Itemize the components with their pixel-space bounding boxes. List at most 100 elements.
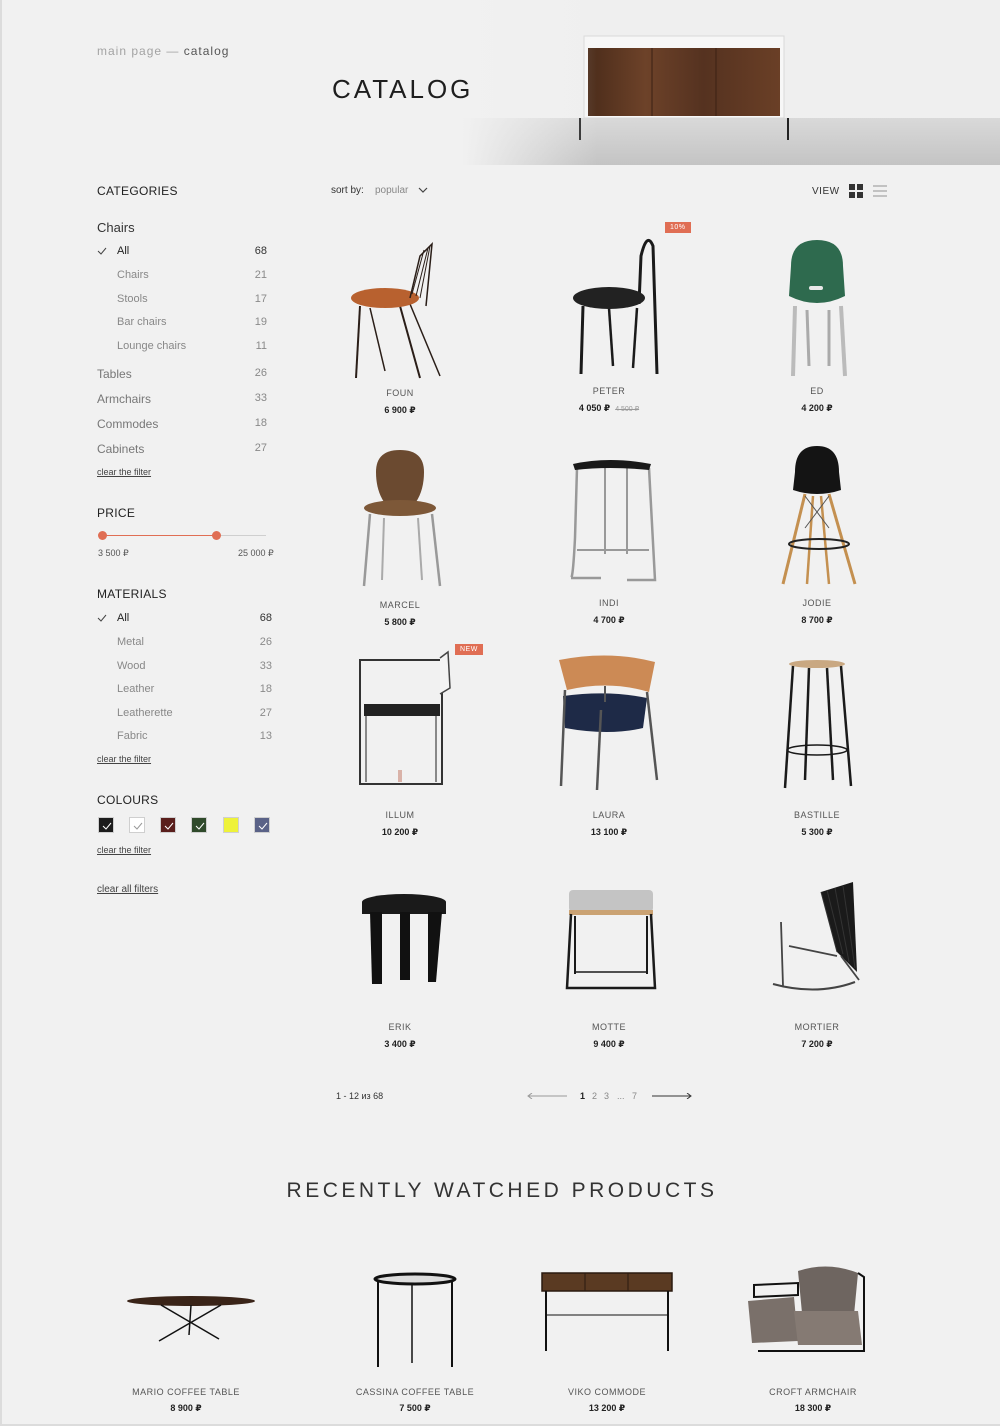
recent-product-name: VIKO COMMODE: [567, 1387, 646, 1397]
recent-product-cassina[interactable]: CASSINA COFFEE TABLE 7 500 ₽: [320, 1255, 510, 1425]
category-count: 27: [254, 442, 267, 454]
price-heading: PRICE: [97, 506, 136, 520]
category-label: Commodes: [97, 417, 159, 431]
chair-filter-count: 21: [254, 269, 267, 281]
product-price: 4 050 ₽ 4 500 ₽: [509, 403, 709, 414]
product-name: ERIK: [388, 1022, 412, 1032]
product-price-old: 4 500 ₽: [615, 406, 640, 413]
clear-colours-filter-link[interactable]: clear the filter: [97, 845, 151, 855]
category-tables[interactable]: Tables 26: [97, 367, 267, 383]
recent-product-price: 18 300 ₽: [794, 1403, 832, 1413]
category-label: Tables: [97, 367, 132, 381]
material-filter-label: Fabric: [117, 730, 148, 742]
product-card-jodie[interactable]: JODIE 8 700 ₽: [717, 438, 917, 638]
grid-view-icon[interactable]: [849, 184, 863, 198]
page-link-3[interactable]: 3: [604, 1091, 609, 1101]
recent-product-viko[interactable]: VIKO COMMODE 13 200 ₽: [512, 1255, 702, 1425]
product-card-erik[interactable]: ERIK 3 400 ₽: [300, 862, 500, 1062]
price-slider-min-handle[interactable]: [98, 531, 107, 540]
product-name: ED: [810, 386, 824, 396]
material-filter-fabric[interactable]: Fabric 13: [97, 730, 272, 746]
product-name: LAURA: [592, 810, 626, 820]
discount-badge: 10%: [665, 222, 691, 233]
category-cabinets[interactable]: Cabinets 27: [97, 442, 267, 458]
category-count: 26: [254, 367, 267, 379]
list-view-icon[interactable]: [873, 184, 887, 198]
chair-filter-count: 68: [254, 245, 267, 257]
page-link-7[interactable]: 7: [632, 1091, 637, 1101]
product-card-foun[interactable]: FOUN 6 900 ₽: [300, 226, 500, 426]
product-price: 5 800 ₽: [384, 617, 416, 627]
product-name: MORTIER: [794, 1022, 840, 1032]
new-badge: NEW: [455, 644, 483, 655]
recent-product-mario[interactable]: MARIO COFFEE TABLE 8 900 ₽: [91, 1255, 281, 1425]
product-name: INDI: [599, 598, 619, 608]
results-count: 1 - 12 из 68: [336, 1091, 384, 1101]
product-card-motte[interactable]: MOTTE 9 400 ₽: [509, 862, 709, 1062]
chair-filter-count: 17: [254, 293, 267, 305]
colour-swatch-brown[interactable]: [160, 817, 176, 833]
product-card-illum[interactable]: NEW ILLUM 10 200 ₽: [300, 644, 500, 850]
categories-heading: CATEGORIES: [97, 184, 178, 198]
chair-filter-label: Lounge chairs: [117, 340, 187, 352]
catalog-page: main page — catalog CATALOG CATEGORIES C…: [0, 0, 1000, 1426]
arrow-right-icon[interactable]: [652, 1093, 692, 1099]
mario-coffee-table-image: [127, 1296, 255, 1342]
cassina-coffee-table-image: [373, 1272, 457, 1367]
chevron-down-icon[interactable]: [418, 186, 428, 194]
colour-swatch-black[interactable]: [98, 817, 114, 833]
chair-filter-stools[interactable]: Stools 17: [97, 293, 267, 309]
arrow-left-icon[interactable]: [527, 1093, 567, 1099]
product-card-peter[interactable]: 10% PETER 4 050 ₽ 4 500 ₽: [509, 222, 709, 426]
material-filter-label: Metal: [117, 636, 144, 648]
sort-dropdown[interactable]: popular: [375, 185, 408, 196]
sort-label: sort by:: [331, 185, 364, 196]
product-card-marcel[interactable]: MARCEL 5 800 ₽: [300, 438, 500, 638]
material-filter-count: 18: [259, 683, 272, 695]
material-filter-metal[interactable]: Metal 26: [97, 636, 272, 652]
viko-commode-image: [541, 1272, 673, 1351]
product-card-bastille[interactable]: BASTILLE 5 300 ₽: [717, 650, 917, 850]
page-link-2[interactable]: 2: [592, 1091, 597, 1101]
recent-product-price: 7 500 ₽: [399, 1403, 431, 1413]
material-filter-label: All: [117, 612, 130, 624]
material-filter-all[interactable]: All 68: [97, 612, 272, 628]
category-armchairs[interactable]: Armchairs 33: [97, 392, 267, 408]
chair-filter-bar-chairs[interactable]: Bar chairs 19: [97, 316, 267, 332]
hero-cabinet-image: [462, 0, 1000, 165]
material-filter-label: Wood: [117, 660, 146, 672]
breadcrumb-home[interactable]: main page: [97, 44, 162, 58]
chair-filter-label: Stools: [117, 293, 148, 305]
product-card-indi[interactable]: INDI 4 700 ₽: [509, 438, 709, 638]
price-slider-max-handle[interactable]: [212, 531, 221, 540]
chair-filter-lounge-chairs[interactable]: Lounge chairs 11: [97, 340, 267, 356]
clear-materials-filter-link[interactable]: clear the filter: [97, 754, 151, 764]
page-link-1[interactable]: 1: [580, 1091, 585, 1101]
product-price: 4 700 ₽: [593, 615, 625, 625]
chair-filter-all[interactable]: All 68: [97, 245, 267, 261]
indi-stool-image: [569, 460, 657, 582]
material-filter-leatherette[interactable]: Leatherette 27: [97, 707, 272, 723]
colour-swatch-yellow[interactable]: [223, 817, 239, 833]
product-card-ed[interactable]: ED 4 200 ₽: [717, 226, 917, 426]
category-group-chairs[interactable]: Chairs: [97, 220, 135, 235]
colour-swatch-green[interactable]: [191, 817, 207, 833]
check-icon: [102, 822, 112, 830]
material-filter-leather[interactable]: Leather 18: [97, 683, 272, 699]
category-commodes[interactable]: Commodes 18: [97, 417, 267, 433]
chair-filter-label: Bar chairs: [117, 316, 167, 328]
recent-product-price: 13 200 ₽: [588, 1403, 626, 1413]
chair-filter-label: All: [117, 245, 130, 257]
material-filter-wood[interactable]: Wood 33: [97, 660, 272, 676]
colour-swatch-blue[interactable]: [254, 817, 270, 833]
clear-categories-filter-link[interactable]: clear the filter: [97, 467, 151, 477]
clear-all-filters-link[interactable]: clear all filters: [97, 884, 158, 895]
colour-swatch-white[interactable]: [129, 817, 145, 833]
product-card-laura[interactable]: LAURA 13 100 ₽: [509, 650, 709, 850]
chair-filter-chairs[interactable]: Chairs 21: [97, 269, 267, 285]
material-filter-count: 26: [259, 636, 272, 648]
breadcrumb-separator: —: [162, 44, 184, 58]
recent-product-croft[interactable]: CROFT ARMCHAIR 18 300 ₽: [718, 1255, 908, 1425]
product-card-mortier[interactable]: MORTIER 7 200 ₽: [717, 862, 917, 1062]
check-icon: [97, 614, 107, 622]
